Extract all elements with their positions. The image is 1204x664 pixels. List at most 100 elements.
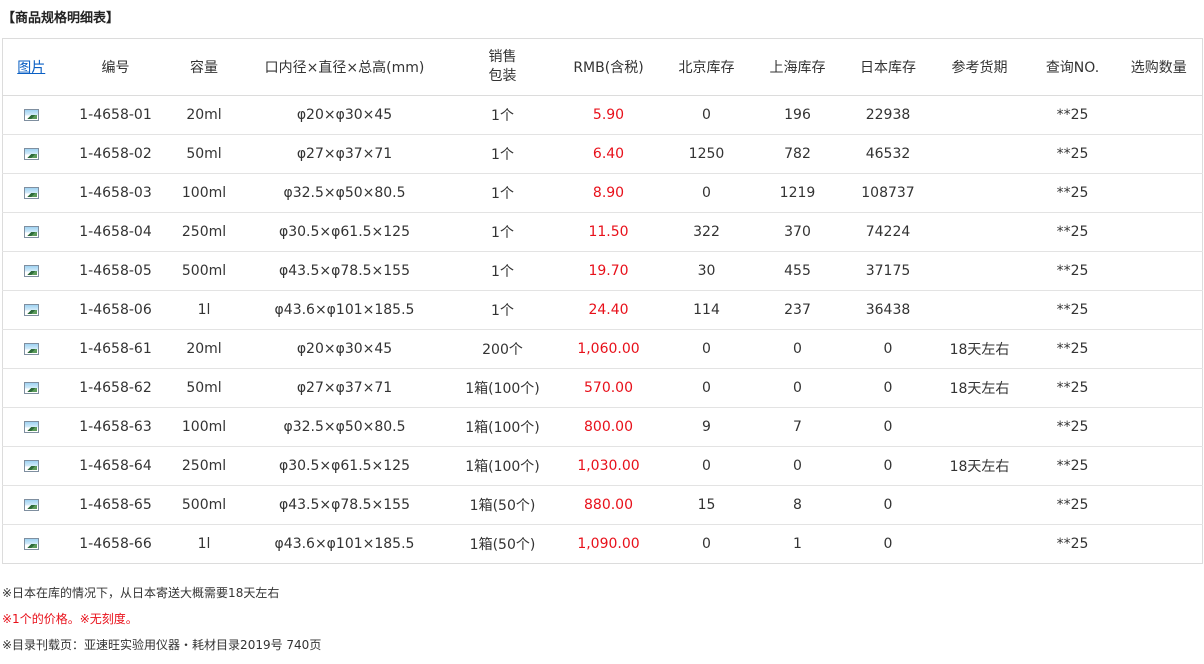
cell-price: 1,090.00 bbox=[552, 524, 665, 564]
cell-purchase-qty bbox=[1115, 251, 1203, 291]
header-shanghai-stock: 上海库存 bbox=[748, 38, 847, 96]
header-purchase-qty: 选购数量 bbox=[1115, 38, 1203, 96]
image-thumbnail-icon[interactable] bbox=[23, 109, 39, 121]
cell-beijing-stock: 114 bbox=[664, 290, 749, 330]
header-lead-time: 参考货期 bbox=[929, 38, 1030, 96]
cell-lead-time bbox=[929, 485, 1030, 525]
cell-image[interactable] bbox=[2, 524, 60, 564]
cell-capacity: 500ml bbox=[171, 485, 237, 525]
cell-image[interactable] bbox=[2, 329, 60, 369]
cell-purchase-qty bbox=[1115, 446, 1203, 486]
cell-dimensions: φ20×φ30×45 bbox=[236, 329, 453, 369]
cell-packaging: 1个 bbox=[452, 134, 553, 174]
cell-beijing-stock: 0 bbox=[664, 368, 749, 408]
cell-dimensions: φ30.5×φ61.5×125 bbox=[236, 446, 453, 486]
table-row: 1-4658-03 100ml φ32.5×φ50×80.5 1个 8.90 0 1219 1… bbox=[2, 173, 1203, 213]
footnote: ※目录刊载页：亚速旺实验用仪器・耗材目录2019号 740页 bbox=[2, 638, 322, 652]
header-image-link[interactable]: 图片 bbox=[17, 60, 45, 76]
cell-beijing-stock: 15 bbox=[664, 485, 749, 525]
page-title: 【商品规格明细表】 bbox=[2, 11, 120, 26]
cell-inquiry: **25 bbox=[1029, 446, 1116, 486]
cell-shanghai-stock: 1 bbox=[748, 524, 847, 564]
cell-image[interactable] bbox=[2, 485, 60, 525]
header-japan-stock: 日本库存 bbox=[846, 38, 930, 96]
cell-dimensions: φ27×φ37×71 bbox=[236, 368, 453, 408]
cell-capacity: 250ml bbox=[171, 446, 237, 486]
cell-beijing-stock: 0 bbox=[664, 524, 749, 564]
table-row: 1-4658-02 50ml φ27×φ37×71 1个 6.40 1250 782 4653… bbox=[2, 134, 1203, 174]
image-thumbnail-icon[interactable] bbox=[23, 499, 39, 511]
header-capacity: 容量 bbox=[171, 38, 237, 96]
image-thumbnail-icon[interactable] bbox=[23, 382, 39, 394]
header-dimensions: 口内径×直径×总高(mm) bbox=[236, 38, 453, 96]
cell-inquiry: **25 bbox=[1029, 524, 1116, 564]
cell-dimensions: φ43.6×φ101×185.5 bbox=[236, 524, 453, 564]
cell-image[interactable] bbox=[2, 290, 60, 330]
header-image[interactable]: 图片 bbox=[2, 38, 60, 96]
cell-purchase-qty bbox=[1115, 407, 1203, 447]
cell-image[interactable] bbox=[2, 251, 60, 291]
cell-purchase-qty bbox=[1115, 290, 1203, 330]
cell-purchase-qty bbox=[1115, 173, 1203, 213]
cell-beijing-stock: 30 bbox=[664, 251, 749, 291]
cell-image[interactable] bbox=[2, 407, 60, 447]
cell-price: 800.00 bbox=[552, 407, 665, 447]
image-thumbnail-icon[interactable] bbox=[23, 187, 39, 199]
cell-lead-time bbox=[929, 95, 1030, 135]
cell-code: 1-4658-04 bbox=[59, 212, 172, 252]
cell-capacity: 100ml bbox=[171, 173, 237, 213]
cell-inquiry: **25 bbox=[1029, 173, 1116, 213]
cell-packaging: 1个 bbox=[452, 212, 553, 252]
cell-capacity: 1l bbox=[171, 290, 237, 330]
cell-packaging: 1箱(50个) bbox=[452, 485, 553, 525]
cell-inquiry: **25 bbox=[1029, 95, 1116, 135]
table-row: 1-4658-05 500ml φ43.5×φ78.5×155 1个 19.70 30 45… bbox=[2, 251, 1203, 291]
image-thumbnail-icon[interactable] bbox=[23, 421, 39, 433]
cell-price: 570.00 bbox=[552, 368, 665, 408]
cell-purchase-qty bbox=[1115, 329, 1203, 369]
image-thumbnail-icon[interactable] bbox=[23, 343, 39, 355]
cell-shanghai-stock: 370 bbox=[748, 212, 847, 252]
cell-japan-stock: 74224 bbox=[846, 212, 930, 252]
cell-inquiry: **25 bbox=[1029, 212, 1116, 252]
cell-packaging: 1箱(100个) bbox=[452, 446, 553, 486]
cell-image[interactable] bbox=[2, 368, 60, 408]
spec-table: 图片 编号 容量 口内径×直径×总高(mm) 销售 包装 RMB(含税) 北京库存… bbox=[2, 38, 1203, 564]
table-row: 1-4658-04 250ml φ30.5×φ61.5×125 1个 11.50 322 3… bbox=[2, 212, 1203, 252]
cell-lead-time: 18天左右 bbox=[929, 329, 1030, 369]
cell-image[interactable] bbox=[2, 173, 60, 213]
cell-code: 1-4658-03 bbox=[59, 173, 172, 213]
cell-lead-time: 18天左右 bbox=[929, 368, 1030, 408]
cell-packaging: 1个 bbox=[452, 251, 553, 291]
table-row: 1-4658-62 50ml φ27×φ37×71 1箱(100个) 570.00 0 0 0… bbox=[2, 368, 1203, 408]
cell-lead-time bbox=[929, 134, 1030, 174]
image-thumbnail-icon[interactable] bbox=[23, 265, 39, 277]
cell-image[interactable] bbox=[2, 95, 60, 135]
cell-japan-stock: 0 bbox=[846, 407, 930, 447]
cell-beijing-stock: 0 bbox=[664, 173, 749, 213]
cell-dimensions: φ30.5×φ61.5×125 bbox=[236, 212, 453, 252]
cell-price: 1,060.00 bbox=[552, 329, 665, 369]
cell-purchase-qty bbox=[1115, 368, 1203, 408]
image-thumbnail-icon[interactable] bbox=[23, 304, 39, 316]
notes: ※日本在库的情况下，从日本寄送大概需要18天左右 ※1个的价格。※无刻度。 ※目录刊… bbox=[2, 584, 1202, 662]
image-thumbnail-icon[interactable] bbox=[23, 460, 39, 472]
cell-shanghai-stock: 7 bbox=[748, 407, 847, 447]
table-row: 1-4658-01 20ml φ20×φ30×45 1个 5.90 0 196 22938 **… bbox=[2, 95, 1203, 135]
cell-shanghai-stock: 237 bbox=[748, 290, 847, 330]
cell-capacity: 100ml bbox=[171, 407, 237, 447]
cell-lead-time bbox=[929, 407, 1030, 447]
cell-shanghai-stock: 1219 bbox=[748, 173, 847, 213]
cell-beijing-stock: 0 bbox=[664, 446, 749, 486]
cell-purchase-qty bbox=[1115, 485, 1203, 525]
table-header-row: 图片 编号 容量 口内径×直径×总高(mm) 销售 包装 RMB(含税) 北京库存… bbox=[2, 38, 1203, 96]
image-thumbnail-icon[interactable] bbox=[23, 226, 39, 238]
cell-image[interactable] bbox=[2, 212, 60, 252]
image-thumbnail-icon[interactable] bbox=[23, 148, 39, 160]
header-price: RMB(含税) bbox=[552, 38, 665, 96]
cell-image[interactable] bbox=[2, 134, 60, 174]
cell-price: 11.50 bbox=[552, 212, 665, 252]
image-thumbnail-icon[interactable] bbox=[23, 538, 39, 550]
cell-image[interactable] bbox=[2, 446, 60, 486]
header-code: 编号 bbox=[59, 38, 172, 96]
